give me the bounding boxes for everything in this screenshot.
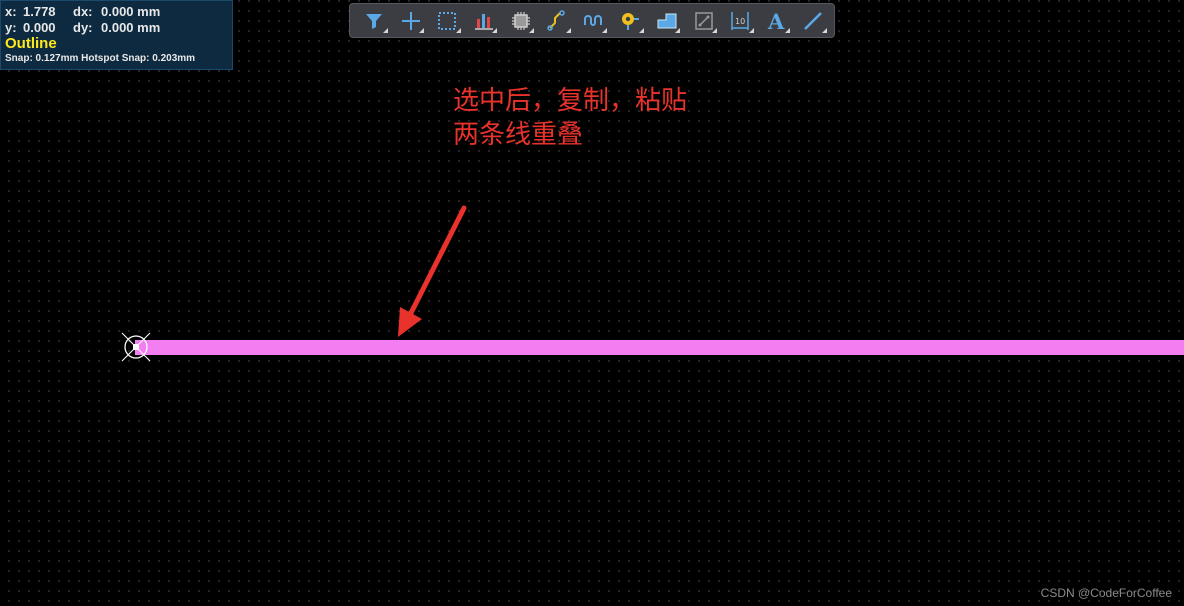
annotation-note: 选中后，复制，粘贴 两条线重叠 [453,84,687,152]
annotation-line-1: 选中后，复制，粘贴 [453,86,688,116]
outline-track[interactable] [135,340,1184,355]
annotation-line-2: 两条线重叠 [453,120,584,150]
watermark: CSDN @CodeForCoffee [1040,586,1172,600]
annotation-arrow [398,205,467,337]
